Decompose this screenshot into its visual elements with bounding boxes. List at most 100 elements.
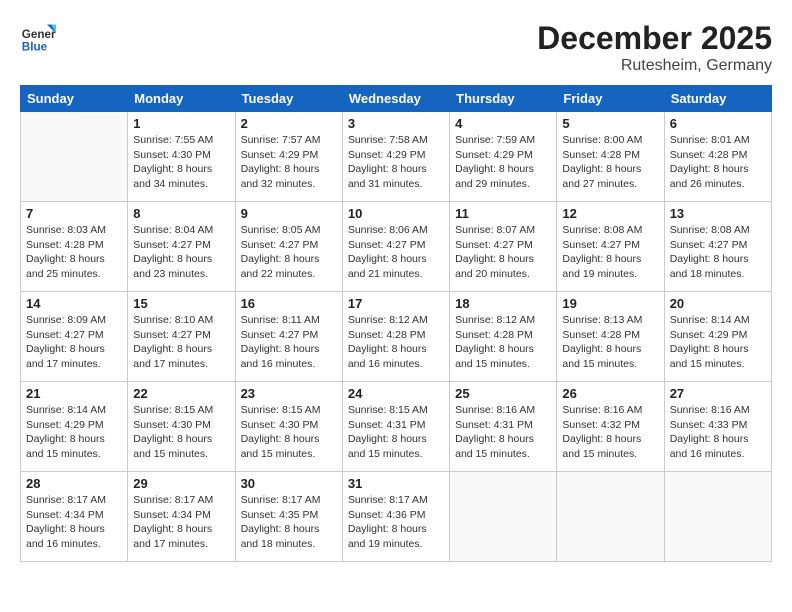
calendar-cell: 29 Sunrise: 8:17 AM Sunset: 4:34 PM Dayli… (128, 472, 235, 562)
day-number: 30 (241, 476, 337, 491)
day-number: 2 (241, 116, 337, 131)
day-info: Sunrise: 8:16 AM Sunset: 4:31 PM Dayligh… (455, 403, 551, 462)
calendar-cell: 3 Sunrise: 7:58 AM Sunset: 4:29 PM Daylig… (342, 112, 449, 202)
calendar-cell: 30 Sunrise: 8:17 AM Sunset: 4:35 PM Dayli… (235, 472, 342, 562)
day-number: 9 (241, 206, 337, 221)
day-number: 14 (26, 296, 122, 311)
calendar-cell: 6Sunrise: 8:01 AM Sunset: 4:28 PM Daylig… (664, 112, 771, 202)
day-number: 21 (26, 386, 122, 401)
calendar-cell: 7 Sunrise: 8:03 AM Sunset: 4:28 PM Daylig… (21, 202, 128, 292)
calendar-week-row: 7 Sunrise: 8:03 AM Sunset: 4:28 PM Daylig… (21, 202, 772, 292)
day-number: 20 (670, 296, 766, 311)
day-number: 17 (348, 296, 444, 311)
weekday-header-monday: Monday (128, 86, 235, 112)
weekday-header-friday: Friday (557, 86, 664, 112)
weekday-header-thursday: Thursday (450, 86, 557, 112)
calendar-cell: 16 Sunrise: 8:11 AM Sunset: 4:27 PM Dayli… (235, 292, 342, 382)
calendar-cell: 13 Sunrise: 8:08 AM Sunset: 4:27 PM Dayli… (664, 202, 771, 292)
weekday-header-row: SundayMondayTuesdayWednesdayThursdayFrid… (21, 86, 772, 112)
day-info: Sunrise: 8:09 AM Sunset: 4:27 PM Dayligh… (26, 313, 122, 372)
day-info: Sunrise: 7:58 AM Sunset: 4:29 PM Dayligh… (348, 133, 444, 192)
title-section: December 2025 Rutesheim, Germany (537, 20, 772, 75)
weekday-header-saturday: Saturday (664, 86, 771, 112)
calendar-cell: 5 Sunrise: 8:00 AM Sunset: 4:28 PM Daylig… (557, 112, 664, 202)
calendar-table: SundayMondayTuesdayWednesdayThursdayFrid… (20, 85, 772, 562)
day-number: 31 (348, 476, 444, 491)
day-info: Sunrise: 8:16 AM Sunset: 4:33 PM Dayligh… (670, 403, 766, 462)
day-info: Sunrise: 7:59 AM Sunset: 4:29 PM Dayligh… (455, 133, 551, 192)
day-info: Sunrise: 8:15 AM Sunset: 4:30 PM Dayligh… (241, 403, 337, 462)
weekday-header-wednesday: Wednesday (342, 86, 449, 112)
day-number: 25 (455, 386, 551, 401)
day-number: 13 (670, 206, 766, 221)
day-info: Sunrise: 8:08 AM Sunset: 4:27 PM Dayligh… (562, 223, 658, 282)
calendar-cell: 2 Sunrise: 7:57 AM Sunset: 4:29 PM Daylig… (235, 112, 342, 202)
calendar-cell (450, 472, 557, 562)
day-info: Sunrise: 8:17 AM Sunset: 4:34 PM Dayligh… (133, 493, 229, 552)
day-info: Sunrise: 8:11 AM Sunset: 4:27 PM Dayligh… (241, 313, 337, 372)
day-info: Sunrise: 8:00 AM Sunset: 4:28 PM Dayligh… (562, 133, 658, 192)
day-number: 10 (348, 206, 444, 221)
calendar-cell (21, 112, 128, 202)
day-number: 12 (562, 206, 658, 221)
day-info: Sunrise: 8:13 AM Sunset: 4:28 PM Dayligh… (562, 313, 658, 372)
day-info: Sunrise: 8:15 AM Sunset: 4:31 PM Dayligh… (348, 403, 444, 462)
day-info: Sunrise: 8:04 AM Sunset: 4:27 PM Dayligh… (133, 223, 229, 282)
calendar-cell: 11 Sunrise: 8:07 AM Sunset: 4:27 PM Dayli… (450, 202, 557, 292)
day-number: 19 (562, 296, 658, 311)
day-info: Sunrise: 8:08 AM Sunset: 4:27 PM Dayligh… (670, 223, 766, 282)
day-info: Sunrise: 8:14 AM Sunset: 4:29 PM Dayligh… (670, 313, 766, 372)
day-info: Sunrise: 8:03 AM Sunset: 4:28 PM Dayligh… (26, 223, 122, 282)
day-info: Sunrise: 8:06 AM Sunset: 4:27 PM Dayligh… (348, 223, 444, 282)
calendar-cell: 25 Sunrise: 8:16 AM Sunset: 4:31 PM Dayli… (450, 382, 557, 472)
svg-text:Blue: Blue (22, 41, 48, 54)
calendar-week-row: 14 Sunrise: 8:09 AM Sunset: 4:27 PM Dayli… (21, 292, 772, 382)
calendar-week-row: 21 Sunrise: 8:14 AM Sunset: 4:29 PM Dayli… (21, 382, 772, 472)
day-info: Sunrise: 8:15 AM Sunset: 4:30 PM Dayligh… (133, 403, 229, 462)
day-info: Sunrise: 8:12 AM Sunset: 4:28 PM Dayligh… (348, 313, 444, 372)
day-info: Sunrise: 8:07 AM Sunset: 4:27 PM Dayligh… (455, 223, 551, 282)
calendar-cell: 10 Sunrise: 8:06 AM Sunset: 4:27 PM Dayli… (342, 202, 449, 292)
calendar-cell (557, 472, 664, 562)
day-number: 7 (26, 206, 122, 221)
day-number: 28 (26, 476, 122, 491)
day-info: Sunrise: 8:17 AM Sunset: 4:35 PM Dayligh… (241, 493, 337, 552)
logo: General Blue (20, 20, 60, 56)
calendar-cell: 31 Sunrise: 8:17 AM Sunset: 4:36 PM Dayli… (342, 472, 449, 562)
calendar-cell: 4 Sunrise: 7:59 AM Sunset: 4:29 PM Daylig… (450, 112, 557, 202)
calendar-cell: 15 Sunrise: 8:10 AM Sunset: 4:27 PM Dayli… (128, 292, 235, 382)
day-number: 15 (133, 296, 229, 311)
day-info: Sunrise: 8:05 AM Sunset: 4:27 PM Dayligh… (241, 223, 337, 282)
logo-icon: General Blue (20, 20, 56, 56)
calendar-cell: 1 Sunrise: 7:55 AM Sunset: 4:30 PM Daylig… (128, 112, 235, 202)
day-number: 3 (348, 116, 444, 131)
day-number: 1 (133, 116, 229, 131)
day-info: Sunrise: 8:14 AM Sunset: 4:29 PM Dayligh… (26, 403, 122, 462)
calendar-cell: 21 Sunrise: 8:14 AM Sunset: 4:29 PM Dayli… (21, 382, 128, 472)
weekday-header-tuesday: Tuesday (235, 86, 342, 112)
calendar-week-row: 1 Sunrise: 7:55 AM Sunset: 4:30 PM Daylig… (21, 112, 772, 202)
calendar-cell: 8Sunrise: 8:04 AM Sunset: 4:27 PM Daylig… (128, 202, 235, 292)
day-info: Sunrise: 7:57 AM Sunset: 4:29 PM Dayligh… (241, 133, 337, 192)
svg-text:General: General (22, 28, 56, 41)
page-header: General Blue December 2025 Rutesheim, Ge… (20, 20, 772, 75)
day-info: Sunrise: 8:12 AM Sunset: 4:28 PM Dayligh… (455, 313, 551, 372)
day-number: 4 (455, 116, 551, 131)
day-info: Sunrise: 8:17 AM Sunset: 4:36 PM Dayligh… (348, 493, 444, 552)
day-number: 23 (241, 386, 337, 401)
calendar-cell: 27 Sunrise: 8:16 AM Sunset: 4:33 PM Dayli… (664, 382, 771, 472)
day-number: 27 (670, 386, 766, 401)
day-number: 6 (670, 116, 766, 131)
calendar-cell (664, 472, 771, 562)
day-info: Sunrise: 7:55 AM Sunset: 4:30 PM Dayligh… (133, 133, 229, 192)
day-number: 18 (455, 296, 551, 311)
calendar-cell: 17 Sunrise: 8:12 AM Sunset: 4:28 PM Dayli… (342, 292, 449, 382)
calendar-cell: 28Sunrise: 8:17 AM Sunset: 4:34 PM Dayli… (21, 472, 128, 562)
day-number: 5 (562, 116, 658, 131)
day-number: 16 (241, 296, 337, 311)
weekday-header-sunday: Sunday (21, 86, 128, 112)
day-number: 22 (133, 386, 229, 401)
day-number: 11 (455, 206, 551, 221)
day-info: Sunrise: 8:10 AM Sunset: 4:27 PM Dayligh… (133, 313, 229, 372)
day-number: 29 (133, 476, 229, 491)
